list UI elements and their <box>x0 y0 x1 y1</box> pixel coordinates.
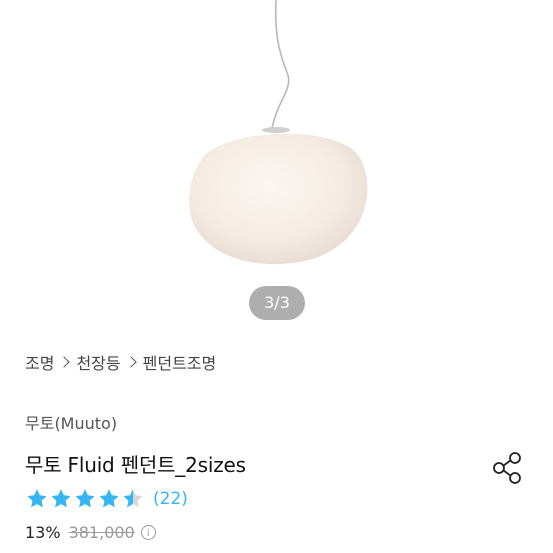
product-rating[interactable]: (22) <box>25 487 188 511</box>
fluid-pendant-lamp-image <box>189 0 368 265</box>
product-title: 무토 Fluid 펜던트_2sizes <box>25 453 246 477</box>
rating-stars <box>25 487 145 511</box>
discount-rate: 13% <box>25 523 61 542</box>
breadcrumb-item-lighting[interactable]: 조명 <box>25 350 54 374</box>
chevron-right-icon <box>58 356 71 368</box>
price-row: 13% 381,000 i <box>25 523 156 542</box>
review-count[interactable]: (22) <box>153 489 188 509</box>
brand-link[interactable]: 무토(Muuto) <box>25 410 117 434</box>
star-icon <box>75 489 95 508</box>
star-icon <box>99 489 119 508</box>
info-icon[interactable]: i <box>140 525 156 540</box>
chevron-right-icon <box>124 356 137 368</box>
share-icon <box>493 452 521 484</box>
product-detail-page: 3/3 조명 천장등 펜던트조명 무토(Muuto) 무토 Fluid 펜던트_… <box>0 0 553 553</box>
image-counter: 3/3 <box>249 286 305 320</box>
original-price: 381,000 <box>68 523 135 542</box>
breadcrumb: 조명 천장등 펜던트조명 <box>25 350 216 374</box>
star-icon <box>123 489 143 508</box>
star-icon <box>51 489 71 508</box>
breadcrumb-item-pendant-light[interactable]: 펜던트조명 <box>143 350 217 374</box>
breadcrumb-item-ceiling-light[interactable]: 천장등 <box>76 350 120 374</box>
share-button[interactable] <box>490 450 526 486</box>
star-icon <box>27 489 47 508</box>
product-image-gallery[interactable]: 3/3 <box>0 0 553 330</box>
